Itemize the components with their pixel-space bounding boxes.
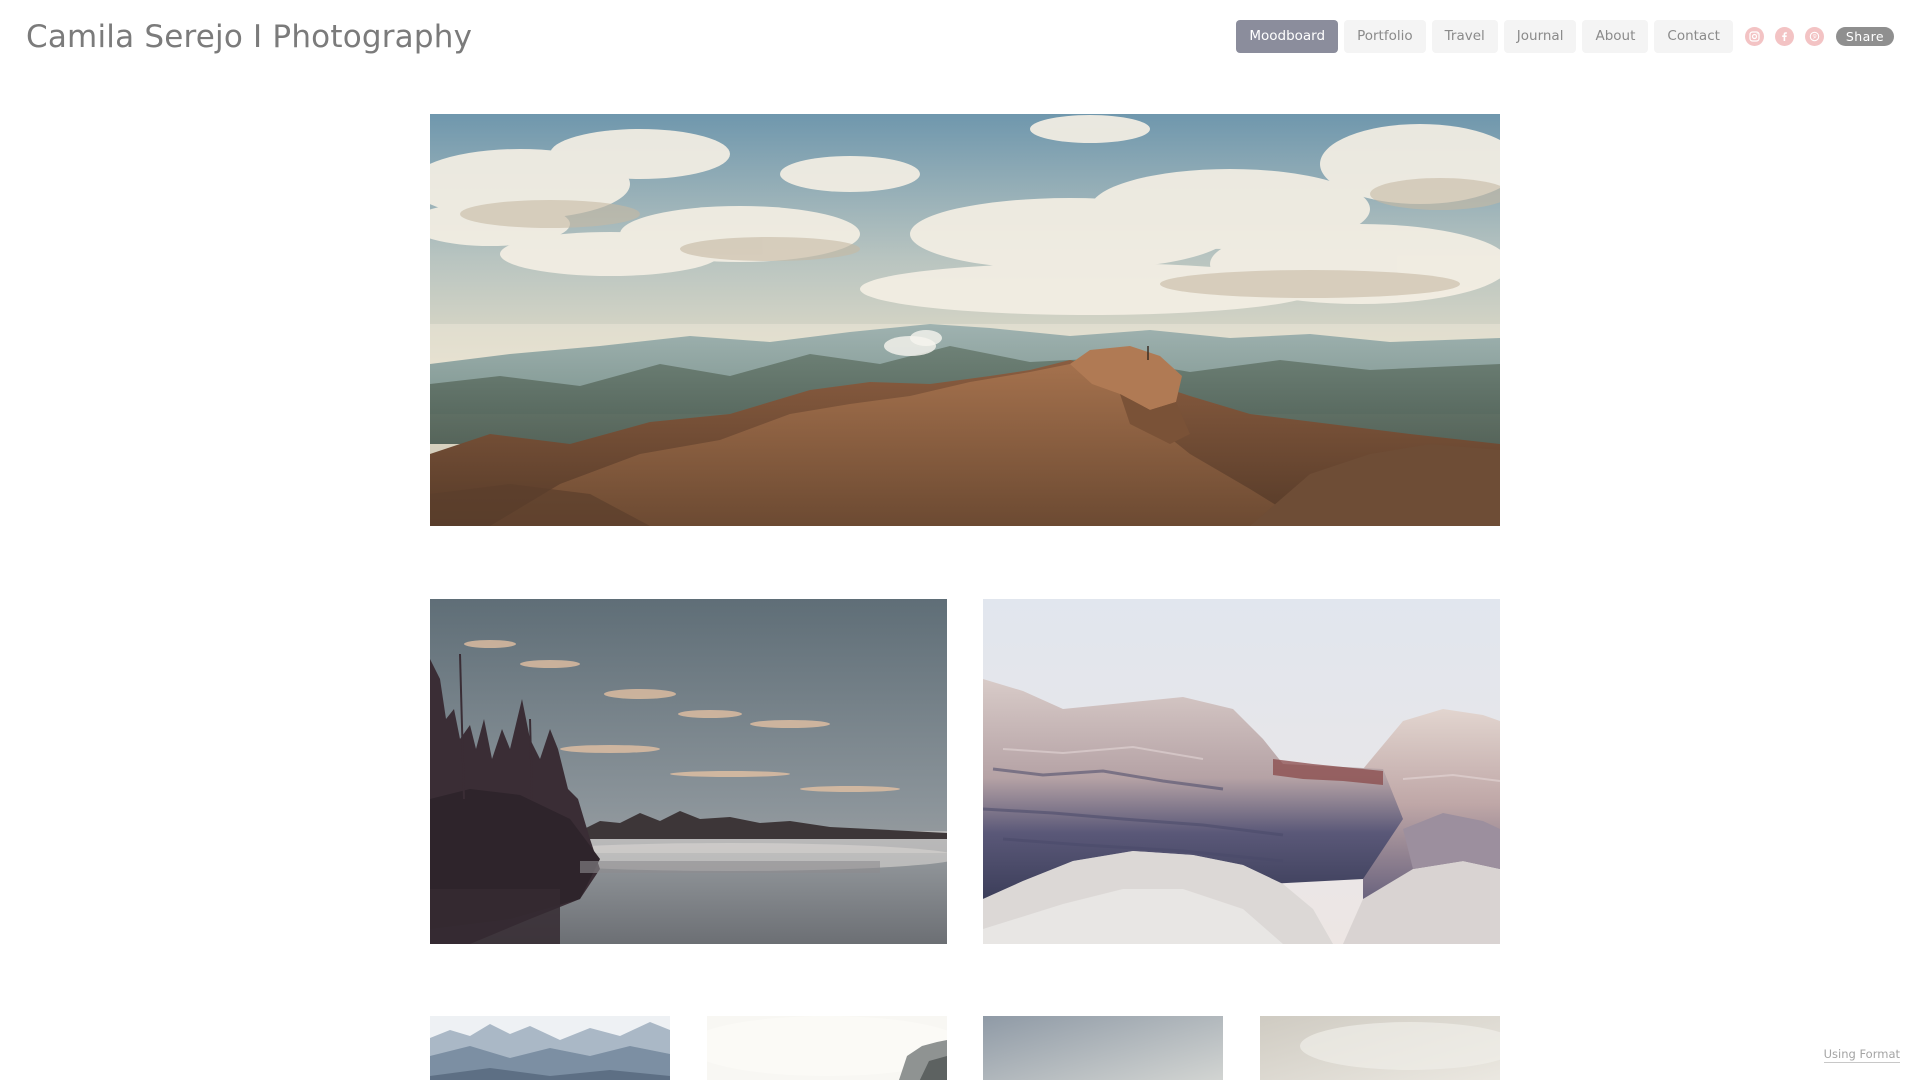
- gallery-image-pale-sky[interactable]: [1260, 1016, 1500, 1080]
- nav-portfolio[interactable]: Portfolio: [1344, 20, 1426, 53]
- gallery-image-hazy-sky[interactable]: [983, 1016, 1223, 1080]
- facebook-icon[interactable]: [1774, 27, 1794, 46]
- nav-moodboard[interactable]: Moodboard: [1236, 20, 1339, 53]
- site-title[interactable]: Camila Serejo I Photography: [26, 18, 472, 56]
- instagram-icon[interactable]: [1744, 27, 1764, 46]
- nav-contact[interactable]: Contact: [1654, 20, 1733, 53]
- gallery-image-badlands[interactable]: [983, 599, 1500, 944]
- pinterest-icon[interactable]: [1804, 27, 1824, 46]
- share-button[interactable]: Share: [1835, 27, 1894, 46]
- gallery-image-misty-cliff[interactable]: [707, 1016, 947, 1080]
- gallery-image-misty-lake[interactable]: [430, 599, 947, 944]
- main-nav: Moodboard Portfolio Travel Journal About…: [1236, 20, 1894, 53]
- gallery-image-snowy-mountains[interactable]: [430, 1016, 670, 1080]
- nav-journal[interactable]: Journal: [1503, 20, 1577, 53]
- nav-about[interactable]: About: [1582, 20, 1649, 53]
- social-links: [1744, 27, 1824, 46]
- nav-travel[interactable]: Travel: [1431, 20, 1498, 53]
- gallery-image-mountain-panorama[interactable]: [430, 114, 1500, 526]
- using-format-link[interactable]: Using Format: [1823, 1047, 1900, 1063]
- page: Camila Serejo I Photography Moodboard Po…: [0, 0, 1920, 1080]
